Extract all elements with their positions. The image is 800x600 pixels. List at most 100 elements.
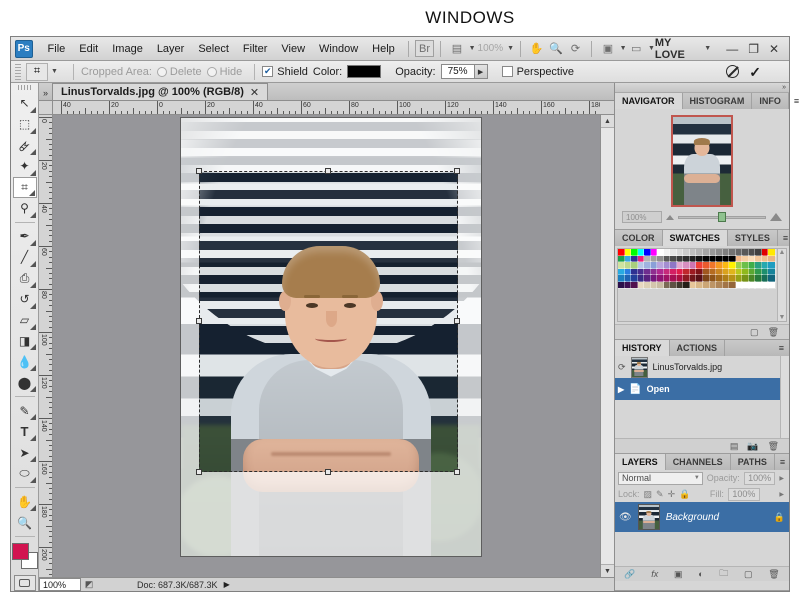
shield-color-swatch[interactable]: [347, 65, 382, 78]
lock-image-pixels-icon[interactable]: ✎: [656, 489, 664, 500]
tab-navigator[interactable]: NAVIGATOR: [615, 93, 683, 109]
history-scrollbar[interactable]: [780, 356, 789, 438]
history-brush-tool[interactable]: ↺: [13, 289, 37, 310]
layer-opacity-value[interactable]: 100%: [743, 471, 776, 485]
commit-crop-icon[interactable]: ✓: [749, 65, 761, 79]
navigator-zoom-field[interactable]: 100%: [622, 211, 662, 223]
swatch-143[interactable]: [767, 281, 776, 289]
rectangular-marquee-tool[interactable]: ⬚: [13, 114, 37, 135]
tab-strip-expand-icon[interactable]: »: [39, 88, 52, 100]
tab-layers[interactable]: LAYERS: [615, 454, 666, 470]
menu-select[interactable]: Select: [191, 40, 236, 58]
magic-wand-tool[interactable]: ✦: [13, 156, 37, 177]
delete-state-icon[interactable]: 🗑: [768, 441, 779, 452]
options-bar-grip[interactable]: [15, 63, 21, 80]
swatches-scroll-up-icon[interactable]: ▲: [778, 249, 786, 256]
eyedropper-tool[interactable]: ⚲: [13, 198, 37, 219]
toolbox-grip[interactable]: [17, 85, 32, 90]
dodge-tool[interactable]: ⬤: [13, 372, 37, 393]
layer-visibility-eye-icon[interactable]: 👁: [619, 512, 632, 523]
menu-edit[interactable]: Edit: [72, 40, 105, 58]
menu-window[interactable]: Window: [312, 40, 365, 58]
tool-preset-chevron-down-icon[interactable]: ▼: [51, 68, 58, 75]
quick-mask-button[interactable]: [13, 575, 36, 591]
swatches-scrollbar[interactable]: ▲ ▼: [777, 249, 786, 321]
navigator-zoom-slider[interactable]: [678, 211, 766, 223]
blur-tool[interactable]: 💧: [13, 351, 37, 372]
document-image[interactable]: [181, 118, 481, 556]
ellipse-shape-tool[interactable]: ⬭: [13, 463, 37, 484]
menu-filter[interactable]: Filter: [236, 40, 274, 58]
history-state-arrow-icon[interactable]: ▶: [618, 385, 624, 394]
tab-paths[interactable]: PATHS: [731, 454, 775, 470]
crop-handle-top-left[interactable]: [196, 168, 202, 174]
layer-row-background[interactable]: 👁 Background 🔒: [615, 502, 789, 532]
gradient-tool[interactable]: ◨: [13, 331, 37, 352]
navigator-zoom-knob[interactable]: [718, 212, 727, 222]
tab-color[interactable]: COLOR: [615, 230, 663, 246]
photoshop-logo-icon[interactable]: Ps: [15, 39, 33, 58]
add-layer-mask-icon[interactable]: ▣: [674, 569, 683, 580]
adjustment-layer-icon[interactable]: ◐: [698, 569, 703, 579]
zoom-tool[interactable]: 🔍: [13, 512, 37, 533]
hide-radio[interactable]: [206, 66, 217, 77]
scroll-up-arrow-icon[interactable]: ▲: [601, 115, 614, 128]
crop-handle-bottom-left[interactable]: [196, 469, 202, 475]
eraser-tool[interactable]: ▱: [13, 310, 37, 331]
new-swatch-icon[interactable]: ▢: [750, 327, 759, 338]
new-layer-icon[interactable]: ▢: [744, 569, 753, 580]
shield-checkbox[interactable]: ✔: [262, 66, 274, 77]
rotate-view-icon[interactable]: ⟳: [566, 40, 585, 57]
menu-image[interactable]: Image: [105, 40, 150, 58]
menu-view[interactable]: View: [274, 40, 312, 58]
blend-mode-select[interactable]: Normal ▼: [618, 471, 703, 485]
opacity-value[interactable]: 75%: [440, 64, 475, 79]
vertical-scroll-track[interactable]: [601, 128, 614, 564]
arrange-documents-icon[interactable]: ▣: [598, 40, 617, 57]
tab-styles[interactable]: STYLES: [728, 230, 778, 246]
restore-button[interactable]: ❐: [743, 42, 764, 56]
pen-tool[interactable]: ✎: [13, 400, 37, 421]
scroll-down-arrow-icon[interactable]: ▼: [601, 564, 614, 577]
arrange-chevron-down-icon[interactable]: ▼: [620, 45, 627, 52]
swatches-scroll-down-icon[interactable]: ▼: [778, 314, 786, 321]
tab-info[interactable]: INFO: [752, 93, 789, 109]
minimize-button[interactable]: —: [721, 42, 743, 56]
navigator-preview[interactable]: [619, 113, 785, 209]
history-snapshot-row[interactable]: ⟳ LinusTorvalds.jpg: [615, 356, 789, 378]
status-menu-arrow-icon[interactable]: ▶: [224, 580, 230, 589]
type-tool[interactable]: T: [13, 421, 37, 442]
blend-mode-chevron-down-icon[interactable]: ▼: [694, 475, 702, 481]
menu-file[interactable]: File: [41, 40, 73, 58]
canvas-vertical-scrollbar[interactable]: ▲ ▼: [600, 115, 614, 577]
crop-handle-bottom-right[interactable]: [454, 469, 460, 475]
delete-label[interactable]: Delete: [170, 66, 202, 78]
status-zoom-field[interactable]: 100%: [39, 578, 81, 591]
ruler-corner[interactable]: [39, 101, 53, 115]
crop-tool[interactable]: ⌗: [12, 176, 37, 198]
new-group-icon[interactable]: 🗀: [719, 566, 728, 582]
tab-history[interactable]: HISTORY: [615, 340, 670, 356]
lock-all-icon[interactable]: 🔒: [679, 489, 690, 500]
history-list[interactable]: ⟳ LinusTorvalds.jpg ▶ 📄 Open: [615, 356, 789, 438]
menu-help[interactable]: Help: [365, 40, 402, 58]
layer-style-fx-icon[interactable]: fx: [651, 569, 658, 579]
menu-layer[interactable]: Layer: [150, 40, 192, 58]
vertical-ruler[interactable]: 0 20 40 60 80 100 120 140 160 180 200: [39, 115, 53, 577]
delete-radio[interactable]: [156, 66, 167, 77]
navigator-panel-menu-icon[interactable]: ≡: [789, 93, 800, 109]
dock-collapse-bar[interactable]: »: [615, 83, 789, 93]
status-thumbnail-icon[interactable]: ◩: [81, 578, 97, 591]
move-tool[interactable]: ↖: [13, 93, 37, 114]
document-tab[interactable]: LinusTorvalds.jpg @ 100% (RGB/8) ✕: [52, 83, 269, 100]
lasso-tool[interactable]: 🜸: [13, 135, 37, 156]
link-layers-icon[interactable]: 🔗: [624, 569, 635, 580]
crop-handle-middle-left[interactable]: [196, 318, 202, 324]
delete-layer-icon[interactable]: 🗑: [768, 569, 779, 580]
history-panel-menu-icon[interactable]: ≡: [774, 340, 789, 356]
perspective-checkbox[interactable]: [501, 66, 513, 77]
zoom-icon[interactable]: 🔍: [546, 40, 565, 57]
opacity-stepper[interactable]: ▶: [474, 64, 488, 79]
cancel-crop-icon[interactable]: [726, 65, 740, 78]
crop-handle-middle-right[interactable]: [454, 318, 460, 324]
